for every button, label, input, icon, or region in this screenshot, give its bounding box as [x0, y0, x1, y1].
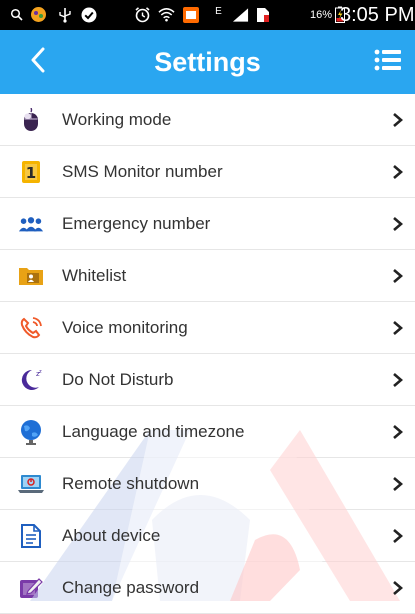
- settings-item-label: Voice monitoring: [62, 318, 188, 337]
- globe-icon: [18, 419, 44, 445]
- moon-sleep-icon: zz: [18, 367, 44, 393]
- laptop-power-icon: [18, 471, 44, 497]
- settings-item-label: Do Not Disturb: [62, 370, 174, 389]
- settings-item-label: Working mode: [62, 110, 172, 129]
- chevron-right-icon: [393, 581, 403, 595]
- phone-ring-icon: [18, 315, 44, 341]
- signal-icon: [232, 6, 249, 23]
- chevron-right-icon: [393, 165, 403, 179]
- chevron-right-icon: [393, 269, 403, 283]
- chevron-right-icon: [393, 321, 403, 335]
- settings-item-label: About device: [62, 526, 161, 545]
- svg-text:z: z: [39, 369, 42, 375]
- chevron-right-icon: [393, 477, 403, 491]
- settings-item-change-password[interactable]: Change password: [0, 562, 415, 614]
- usb-icon: [56, 6, 73, 23]
- settings-item-voice-monitoring[interactable]: Voice monitoring: [0, 302, 415, 354]
- chevron-right-icon: [393, 113, 403, 127]
- edit-icon: [18, 575, 44, 601]
- settings-item-label: Remote shutdown: [62, 474, 200, 493]
- alarm-icon: [134, 6, 151, 23]
- settings-item-working-mode[interactable]: Working mode: [0, 94, 415, 146]
- svg-text:1: 1: [26, 164, 36, 182]
- settings-item-about-device[interactable]: About device: [0, 510, 415, 562]
- settings-item-whitelist[interactable]: Whitelist: [0, 250, 415, 302]
- sim-icon: [254, 6, 271, 23]
- contacts-group-icon: [18, 211, 44, 237]
- network-type-label: E: [215, 6, 222, 17]
- app-notification-icon: [30, 6, 47, 23]
- list-menu-icon: [374, 48, 402, 77]
- settings-list: Working mode 1 SMS Monitor number Emerge…: [0, 94, 415, 614]
- settings-item-sms-monitor-number[interactable]: 1 SMS Monitor number: [0, 146, 415, 198]
- settings-item-label: Language and timezone: [62, 422, 245, 441]
- wifi-icon: [158, 6, 175, 23]
- settings-item-remote-shutdown[interactable]: Remote shutdown: [0, 458, 415, 510]
- settings-item-label: Emergency number: [62, 214, 211, 233]
- check-badge-icon: [80, 6, 97, 23]
- page-title: Settings: [154, 47, 261, 77]
- menu-button[interactable]: [373, 47, 403, 77]
- chevron-right-icon: [393, 425, 403, 439]
- folder-contact-icon: [18, 263, 44, 289]
- app-alert-icon: [182, 6, 199, 23]
- settings-item-label: SMS Monitor number: [62, 162, 223, 181]
- clock-time: 3:05 PM: [340, 4, 415, 26]
- status-bar: E 16% 3:05 PM: [0, 0, 415, 30]
- chevron-right-icon: [393, 217, 403, 231]
- mouse-icon: [18, 107, 44, 133]
- app-bar: Settings: [0, 30, 415, 94]
- chevron-right-icon: [393, 529, 403, 543]
- settings-item-language-and-timezone[interactable]: Language and timezone: [0, 406, 415, 458]
- sim-number-icon: 1: [18, 159, 44, 185]
- settings-item-emergency-number[interactable]: Emergency number: [0, 198, 415, 250]
- battery-percent: 16%: [310, 9, 333, 21]
- settings-item-label: Change password: [62, 578, 200, 597]
- chevron-right-icon: [393, 373, 403, 387]
- settings-item-label: Whitelist: [62, 266, 127, 285]
- document-icon: [18, 523, 44, 549]
- settings-item-do-not-disturb[interactable]: zz Do Not Disturb: [0, 354, 415, 406]
- search-icon: [8, 6, 25, 23]
